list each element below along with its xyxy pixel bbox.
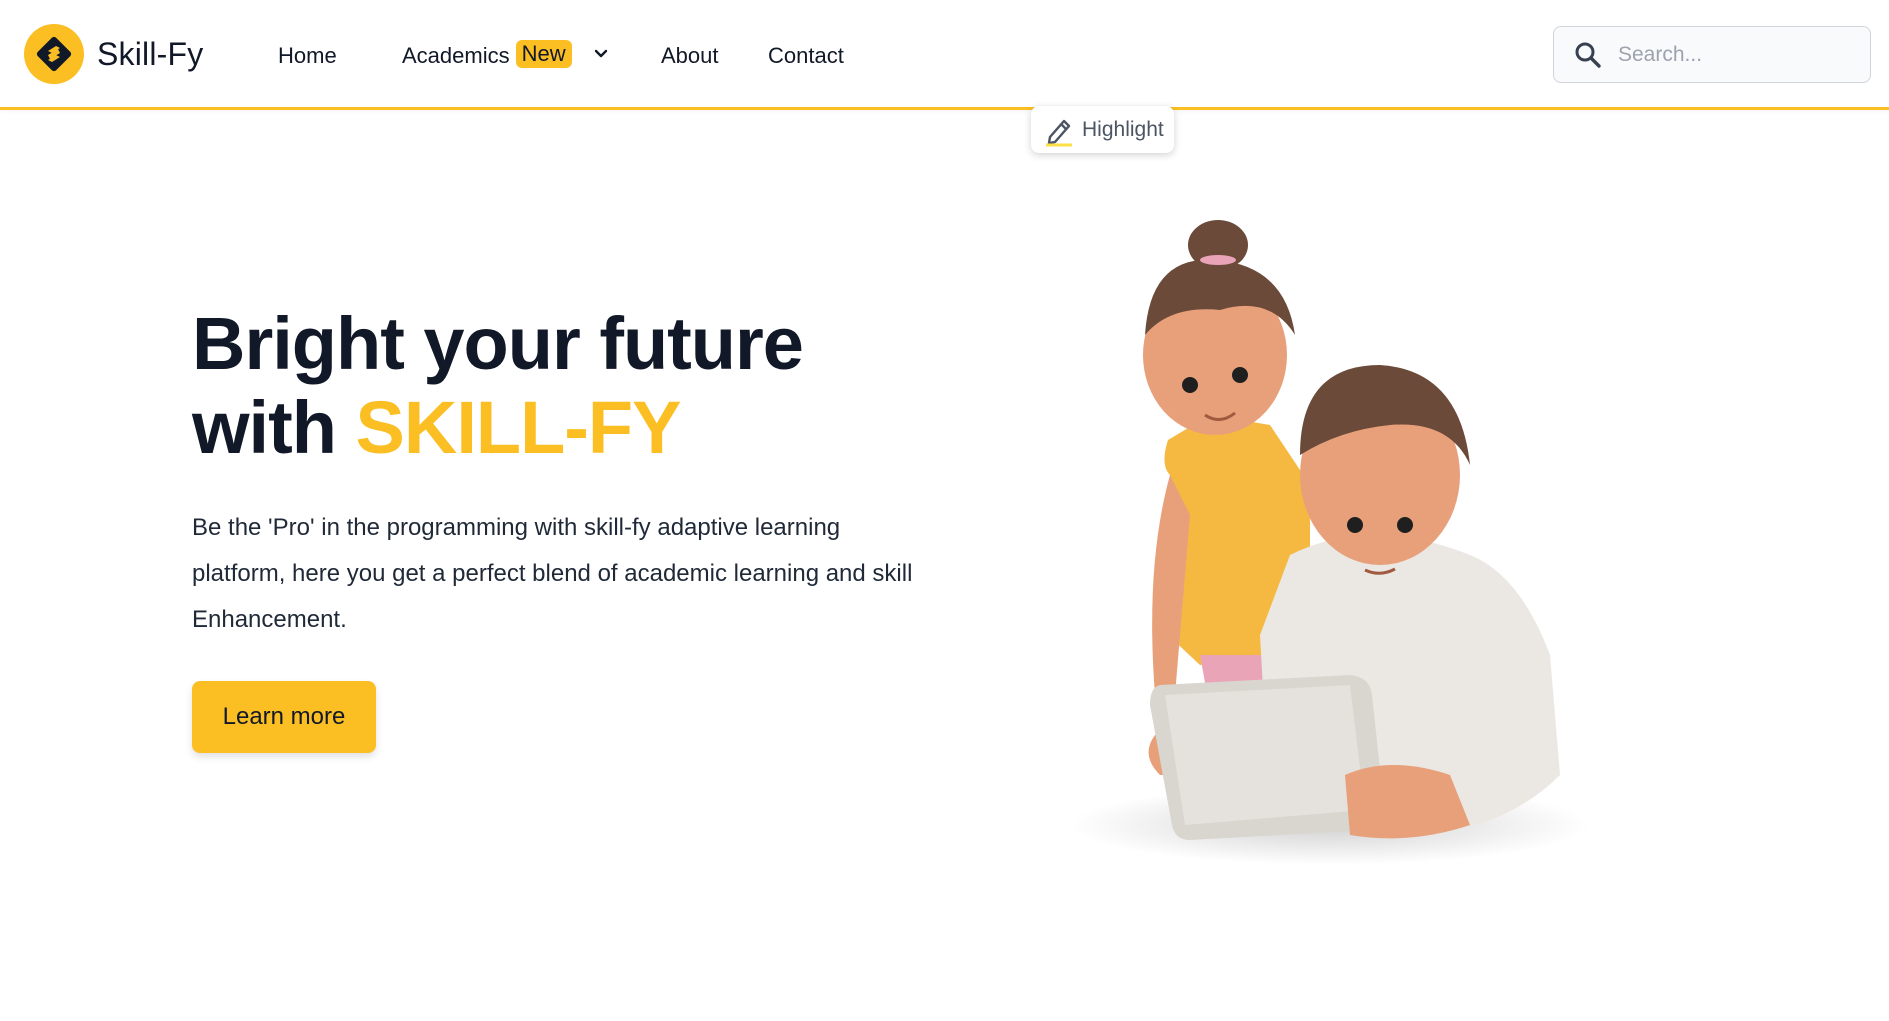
brand-logo[interactable]: Skill-Fy [24, 24, 203, 84]
students-illustration [1070, 220, 1590, 865]
brand-name: Skill-Fy [97, 35, 204, 72]
skillfy-logo-icon [24, 24, 84, 84]
highlight-label: Highlight [1082, 117, 1164, 141]
hero-title-brand: SKILL-FY [355, 386, 682, 469]
hero-title-prefix: with [192, 386, 356, 469]
highlight-button[interactable]: Highlight [1031, 106, 1174, 153]
hero-title-line1: Bright your future [192, 302, 804, 385]
chevron-down-icon[interactable] [591, 44, 611, 64]
search-icon [1575, 42, 1601, 68]
nav-contact-link[interactable]: Contact [768, 38, 844, 74]
search-box[interactable] [1553, 26, 1871, 83]
pen-icon [1046, 119, 1072, 146]
navbar: Skill-Fy Home Academics New About Contact [0, 0, 1889, 110]
nav-home-link[interactable]: Home [278, 38, 337, 74]
new-badge: New [515, 40, 572, 68]
nav-academics-label: Academics [402, 43, 510, 68]
learn-more-button[interactable]: Learn more [192, 681, 376, 753]
nav-academics-link[interactable]: Academics New [402, 38, 572, 74]
search-input[interactable] [1618, 42, 1858, 67]
nav-about-link[interactable]: About [661, 38, 719, 74]
hero-description: Be the 'Pro' in the programming with ski… [192, 514, 913, 633]
hero-title: Bright your future with SKILL-FY [192, 302, 952, 470]
